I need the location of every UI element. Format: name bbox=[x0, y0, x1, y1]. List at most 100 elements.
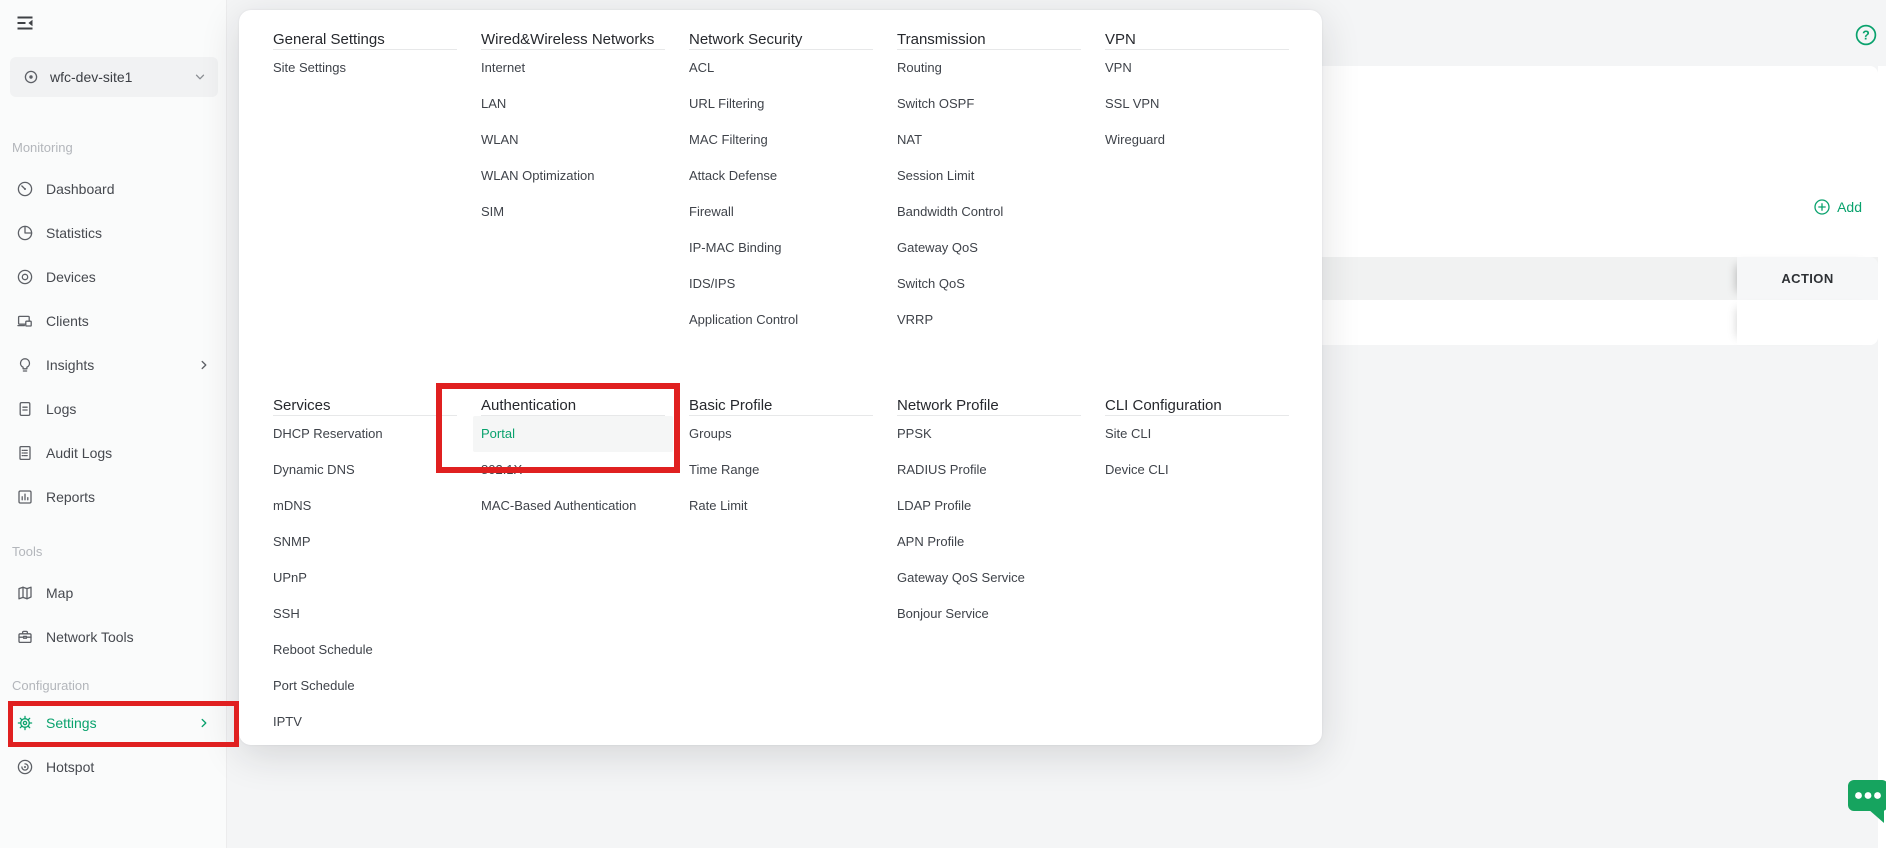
menu-column-cli-configuration: CLI ConfigurationSite CLIDevice CLI bbox=[1105, 396, 1313, 740]
menu-item-switch-ospf[interactable]: Switch OSPF bbox=[897, 86, 1097, 122]
chevron-down-icon bbox=[194, 71, 206, 83]
sidebar-item-label: Network Tools bbox=[46, 629, 134, 645]
sidebar-item-audit-logs[interactable]: Audit Logs bbox=[0, 431, 226, 475]
menu-item-application-control[interactable]: Application Control bbox=[689, 302, 889, 338]
statistics-icon bbox=[16, 224, 34, 242]
menu-column-title-basic-profile: Basic Profile bbox=[689, 396, 873, 416]
menu-column-title-wired-wireless-networks: Wired&Wireless Networks bbox=[481, 30, 665, 50]
site-selector[interactable]: wfc-dev-site1 bbox=[10, 57, 218, 97]
sidebar-item-statistics[interactable]: Statistics bbox=[0, 211, 226, 255]
add-button-label: Add bbox=[1837, 199, 1862, 215]
menu-item-dynamic-dns[interactable]: Dynamic DNS bbox=[273, 452, 473, 488]
menu-item-gateway-qos-service[interactable]: Gateway QoS Service bbox=[897, 560, 1097, 596]
menu-item-switch-qos[interactable]: Switch QoS bbox=[897, 266, 1097, 302]
sidebar-item-clients[interactable]: Clients bbox=[0, 299, 226, 343]
menu-item-wlan-optimization[interactable]: WLAN Optimization bbox=[481, 158, 681, 194]
sidebar-item-label: Logs bbox=[46, 401, 76, 417]
menu-row-2: ServicesDHCP ReservationDynamic DNSmDNSS… bbox=[273, 396, 1313, 740]
menu-item-firewall[interactable]: Firewall bbox=[689, 194, 889, 230]
sidebar-item-settings[interactable]: Settings bbox=[0, 701, 226, 745]
menu-item-gateway-qos[interactable]: Gateway QoS bbox=[897, 230, 1097, 266]
menu-item-wlan[interactable]: WLAN bbox=[481, 122, 681, 158]
dashboard-icon bbox=[16, 180, 34, 198]
menu-item-groups[interactable]: Groups bbox=[689, 416, 889, 452]
menu-item-ppsk[interactable]: PPSK bbox=[897, 416, 1097, 452]
settings-icon bbox=[16, 714, 34, 732]
sidebar-item-devices[interactable]: Devices bbox=[0, 255, 226, 299]
menu-item-portal[interactable]: Portal bbox=[473, 416, 673, 452]
devices-icon bbox=[16, 268, 34, 286]
menu-item-acl[interactable]: ACL bbox=[689, 50, 889, 86]
map-icon bbox=[16, 584, 34, 602]
menu-item-sim[interactable]: SIM bbox=[481, 194, 681, 230]
menu-item-apn-profile[interactable]: APN Profile bbox=[897, 524, 1097, 560]
sidebar: wfc-dev-site1 Monitoring Dashboard Statist… bbox=[0, 0, 227, 848]
menu-item-snmp[interactable]: SNMP bbox=[273, 524, 473, 560]
menu-item-nat[interactable]: NAT bbox=[897, 122, 1097, 158]
clients-icon bbox=[16, 312, 34, 330]
sidebar-item-dashboard[interactable]: Dashboard bbox=[0, 167, 226, 211]
menu-item-mac-based-authentication[interactable]: MAC-Based Authentication bbox=[481, 488, 681, 524]
chat-icon[interactable] bbox=[1846, 778, 1886, 826]
sidebar-item-label: Dashboard bbox=[46, 181, 115, 197]
menu-column-authentication: AuthenticationPortal802.1XMAC-Based Auth… bbox=[481, 396, 689, 740]
menu-item-reboot-schedule[interactable]: Reboot Schedule bbox=[273, 632, 473, 668]
menu-item-ssl-vpn[interactable]: SSL VPN bbox=[1105, 86, 1305, 122]
menu-item-mdns[interactable]: mDNS bbox=[273, 488, 473, 524]
menu-item-port-schedule[interactable]: Port Schedule bbox=[273, 668, 473, 704]
sidebar-item-insights[interactable]: Insights bbox=[0, 343, 226, 387]
chevron-right-icon bbox=[198, 359, 210, 371]
menu-item-routing[interactable]: Routing bbox=[897, 50, 1097, 86]
table-row-action-cell bbox=[1737, 300, 1878, 345]
menu-item-url-filtering[interactable]: URL Filtering bbox=[689, 86, 889, 122]
menu-column-title-services: Services bbox=[273, 396, 457, 416]
sidebar-section-configuration: ConfigurationSettingsHotspot bbox=[0, 677, 226, 789]
menu-item-wireguard[interactable]: Wireguard bbox=[1105, 122, 1305, 158]
menu-item-ids-ips[interactable]: IDS/IPS bbox=[689, 266, 889, 302]
menu-item-dhcp-reservation[interactable]: DHCP Reservation bbox=[273, 416, 473, 452]
menu-item-bonjour-service[interactable]: Bonjour Service bbox=[897, 596, 1097, 632]
sidebar-item-network-tools[interactable]: Network Tools bbox=[0, 615, 226, 659]
menu-item-802-1x[interactable]: 802.1X bbox=[481, 452, 681, 488]
help-icon[interactable]: ? bbox=[1854, 23, 1878, 47]
section-label-monitoring: Monitoring bbox=[12, 139, 226, 157]
menu-item-bandwidth-control[interactable]: Bandwidth Control bbox=[897, 194, 1097, 230]
section-label-tools: Tools bbox=[12, 543, 226, 561]
menu-column-title-transmission: Transmission bbox=[897, 30, 1081, 50]
sidebar-item-hotspot[interactable]: Hotspot bbox=[0, 745, 226, 789]
menu-item-site-cli[interactable]: Site CLI bbox=[1105, 416, 1305, 452]
table-header-action: ACTION bbox=[1737, 257, 1878, 300]
menu-item-device-cli[interactable]: Device CLI bbox=[1105, 452, 1305, 488]
menu-item-vrrp[interactable]: VRRP bbox=[897, 302, 1097, 338]
menu-item-vpn[interactable]: VPN bbox=[1105, 50, 1305, 86]
location-icon bbox=[22, 68, 40, 86]
add-button[interactable]: Add bbox=[1813, 196, 1862, 218]
menu-item-ssh[interactable]: SSH bbox=[273, 596, 473, 632]
menu-item-radius-profile[interactable]: RADIUS Profile bbox=[897, 452, 1097, 488]
menu-item-ldap-profile[interactable]: LDAP Profile bbox=[897, 488, 1097, 524]
collapse-sidebar-icon[interactable] bbox=[14, 12, 36, 34]
sidebar-item-reports[interactable]: Reports bbox=[0, 475, 226, 519]
chevron-right-icon bbox=[198, 717, 210, 729]
menu-column-basic-profile: Basic ProfileGroupsTime RangeRate Limit bbox=[689, 396, 897, 740]
menu-item-time-range[interactable]: Time Range bbox=[689, 452, 889, 488]
menu-item-mac-filtering[interactable]: MAC Filtering bbox=[689, 122, 889, 158]
menu-column-general-settings: General SettingsSite Settings bbox=[273, 30, 481, 338]
sidebar-item-map[interactable]: Map bbox=[0, 571, 226, 615]
sidebar-item-logs[interactable]: Logs bbox=[0, 387, 226, 431]
menu-item-rate-limit[interactable]: Rate Limit bbox=[689, 488, 889, 524]
sidebar-section-monitoring: Monitoring Dashboard Statistics Devices Clie… bbox=[0, 139, 226, 519]
network-tools-icon bbox=[16, 628, 34, 646]
menu-item-internet[interactable]: Internet bbox=[481, 50, 681, 86]
sidebar-item-label: Devices bbox=[46, 269, 96, 285]
page-scrollbar-track[interactable] bbox=[1878, 66, 1886, 848]
menu-item-attack-defense[interactable]: Attack Defense bbox=[689, 158, 889, 194]
menu-item-ip-mac-binding[interactable]: IP-MAC Binding bbox=[689, 230, 889, 266]
menu-item-upnp[interactable]: UPnP bbox=[273, 560, 473, 596]
menu-column-title-general-settings: General Settings bbox=[273, 30, 457, 50]
menu-item-site-settings[interactable]: Site Settings bbox=[273, 50, 473, 86]
menu-item-iptv[interactable]: IPTV bbox=[273, 704, 473, 740]
menu-item-lan[interactable]: LAN bbox=[481, 86, 681, 122]
menu-item-session-limit[interactable]: Session Limit bbox=[897, 158, 1097, 194]
menu-column-title-network-security: Network Security bbox=[689, 30, 873, 50]
